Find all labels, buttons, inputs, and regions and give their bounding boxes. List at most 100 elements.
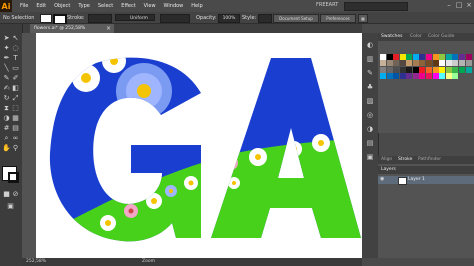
gap-letter-artwork[interactable]: [36, 33, 362, 258]
blob-brush-tool-icon[interactable]: ✍: [2, 84, 11, 93]
swatch[interactable]: [412, 66, 419, 73]
magic-wand-tool-icon[interactable]: ✦: [2, 44, 11, 53]
swatch[interactable]: [393, 54, 400, 60]
type-tool-icon[interactable]: T: [11, 54, 20, 63]
gradient-panel-icon[interactable]: ▤: [366, 139, 374, 147]
minimize-icon[interactable]: –: [444, 1, 454, 10]
swatch[interactable]: [419, 66, 426, 73]
swatch[interactable]: [445, 60, 452, 67]
screen-mode-icon[interactable]: ▣: [6, 202, 15, 211]
swatch[interactable]: [432, 66, 439, 73]
menu-edit[interactable]: Edit: [36, 3, 46, 9]
swatch[interactable]: [439, 66, 446, 73]
swatch[interactable]: [419, 73, 426, 80]
scale-tool-icon[interactable]: ⤢: [11, 94, 20, 103]
none-mode-icon[interactable]: ⊘: [11, 190, 20, 199]
preferences-button[interactable]: Preferences: [320, 14, 356, 23]
menu-view[interactable]: View: [144, 3, 156, 9]
hand-tool-icon[interactable]: ✋: [2, 144, 11, 153]
swatch[interactable]: [458, 60, 465, 67]
swatch[interactable]: [432, 73, 439, 80]
swatch[interactable]: [439, 73, 446, 80]
swatch[interactable]: [393, 73, 400, 80]
swatch[interactable]: [439, 60, 446, 67]
eye-icon[interactable]: ◉: [380, 177, 385, 182]
tab-swatches[interactable]: Swatches: [381, 34, 403, 39]
layer-name[interactable]: Layer 1: [408, 177, 425, 182]
swatch[interactable]: [445, 54, 452, 60]
swatch[interactable]: [426, 66, 433, 73]
swatch[interactable]: [432, 60, 439, 67]
swatch[interactable]: [452, 66, 459, 73]
selection-tool-icon[interactable]: ➤: [2, 34, 11, 43]
color-guide-icon[interactable]: ▥: [366, 55, 374, 63]
swatch[interactable]: [406, 66, 413, 73]
swatch[interactable]: [426, 54, 433, 60]
maximize-icon[interactable]: □: [454, 1, 464, 10]
brush-dropdown[interactable]: Uniform: [115, 14, 155, 21]
eyedropper-tool-icon[interactable]: ⌕: [2, 134, 11, 143]
workspace-switcher[interactable]: FREEART: [316, 2, 338, 8]
layer-row[interactable]: ◉ Layer 1: [378, 176, 474, 185]
swatch[interactable]: [465, 66, 472, 73]
swatch[interactable]: [452, 54, 459, 60]
arrange-icon[interactable]: ▦: [358, 14, 368, 23]
swatch[interactable]: [380, 73, 386, 80]
menu-type[interactable]: Type: [78, 3, 89, 9]
menu-effect[interactable]: Effect: [121, 3, 135, 9]
menu-object[interactable]: Object: [54, 3, 70, 9]
pen-tool-icon[interactable]: ✒: [2, 54, 11, 63]
swatch[interactable]: [426, 73, 433, 80]
blend-tool-icon[interactable]: ∞: [11, 134, 20, 143]
swatch[interactable]: [465, 54, 472, 60]
swatch[interactable]: [380, 54, 386, 60]
swatch[interactable]: [386, 60, 393, 67]
free-transform-tool-icon[interactable]: ⬚: [11, 104, 20, 113]
swatch[interactable]: [406, 54, 413, 60]
swatch[interactable]: [412, 54, 419, 60]
swatch[interactable]: [380, 66, 386, 73]
transparency-panel-icon[interactable]: ◑: [366, 125, 374, 133]
swatch[interactable]: [399, 66, 406, 73]
tab-stroke[interactable]: Stroke: [398, 157, 412, 162]
swatch[interactable]: [452, 73, 459, 80]
swatch[interactable]: [465, 60, 472, 67]
canvas-area[interactable]: [22, 33, 362, 258]
swatch[interactable]: [399, 60, 406, 67]
rotate-tool-icon[interactable]: ↻: [2, 94, 11, 103]
close-tab-icon[interactable]: ×: [106, 24, 111, 33]
search-input[interactable]: [344, 2, 408, 11]
lasso-tool-icon[interactable]: ◌: [11, 44, 20, 53]
swatch[interactable]: [386, 54, 393, 60]
tab-color[interactable]: Color: [410, 34, 422, 39]
swatch[interactable]: [386, 73, 393, 80]
gradient-tool-icon[interactable]: ▤: [11, 124, 20, 133]
document-setup-button[interactable]: Document Setup: [273, 14, 319, 23]
menu-window[interactable]: Window: [164, 3, 184, 9]
tab-color-guide[interactable]: Color Guide: [428, 34, 454, 39]
swatch[interactable]: [419, 60, 426, 67]
color-mode-icon[interactable]: ■: [2, 190, 11, 199]
brush-definition-dropdown[interactable]: [160, 14, 190, 23]
paintbrush-tool-icon[interactable]: ✎: [2, 74, 11, 83]
swatch[interactable]: [452, 60, 459, 67]
graphic-styles-icon[interactable]: ▧: [366, 97, 374, 105]
swatch[interactable]: [458, 66, 465, 73]
tab-pathfinder[interactable]: Pathfinder: [418, 157, 441, 162]
width-tool-icon[interactable]: ⧗: [2, 104, 11, 113]
stroke-weight-field[interactable]: [88, 14, 112, 23]
shape-builder-tool-icon[interactable]: ◑: [2, 114, 11, 123]
perspective-grid-tool-icon[interactable]: ▦: [11, 114, 20, 123]
artboards-panel-icon[interactable]: ▣: [366, 153, 374, 161]
swatch[interactable]: [412, 73, 419, 80]
line-tool-icon[interactable]: ╲: [2, 64, 11, 73]
swatch[interactable]: [419, 54, 426, 60]
zoom-level[interactable]: 252,58%: [26, 259, 46, 264]
menu-select[interactable]: Select: [98, 3, 113, 9]
tab-align[interactable]: Align: [381, 157, 392, 162]
swatch[interactable]: [445, 73, 452, 80]
swatch[interactable]: [432, 54, 439, 60]
eraser-tool-icon[interactable]: ◧: [11, 84, 20, 93]
artboard[interactable]: [36, 33, 362, 258]
stroke-color-box[interactable]: [8, 172, 19, 183]
